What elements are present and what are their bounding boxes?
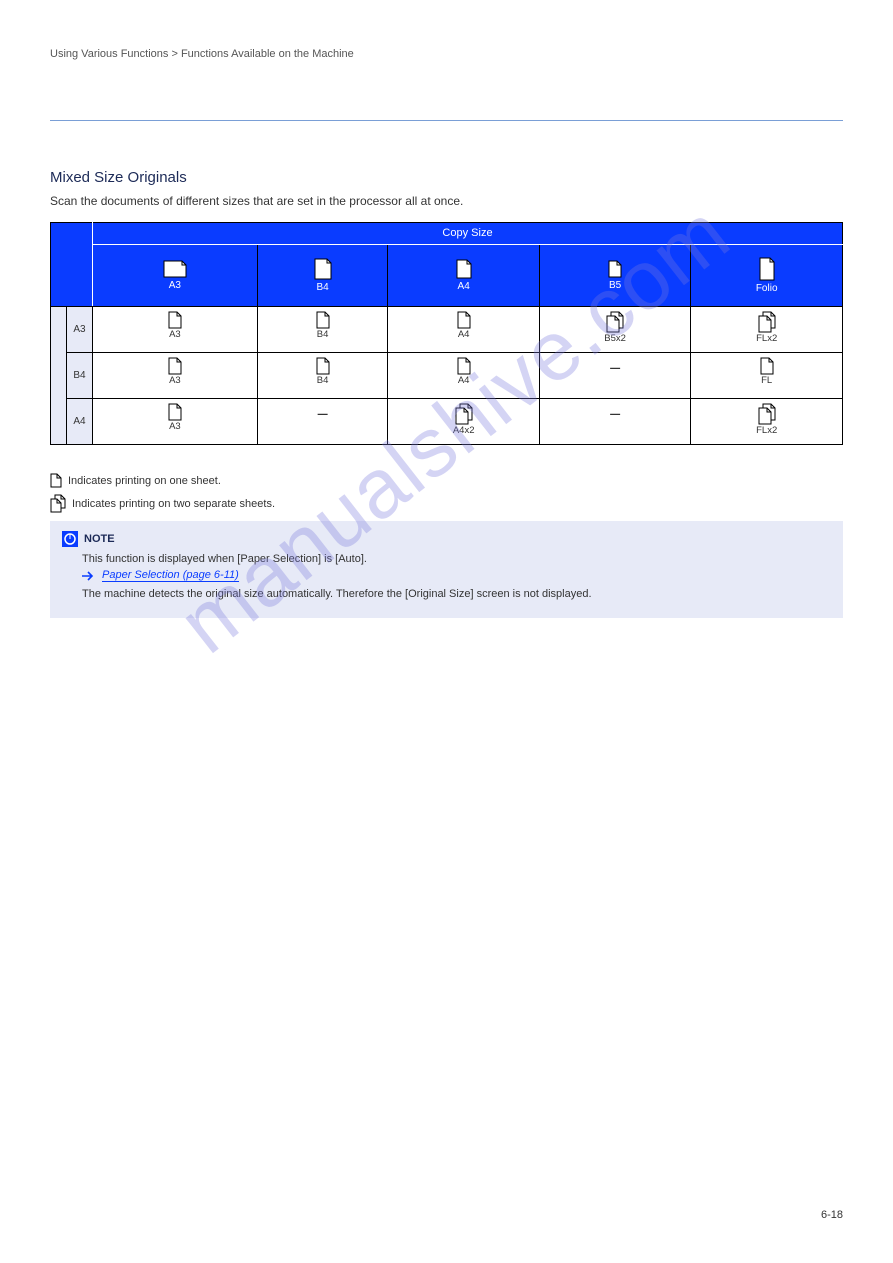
cell-label: A3 xyxy=(169,376,181,386)
table-cell: – xyxy=(257,399,388,445)
single-page-icon xyxy=(168,357,182,375)
row-size-label: B4 xyxy=(67,353,93,399)
column-label: B4 xyxy=(316,282,328,293)
column-header: A3 xyxy=(93,245,258,307)
legend-single-text: Indicates printing on one sheet. xyxy=(68,475,221,487)
single-page-icon xyxy=(168,311,182,329)
double-page-icon xyxy=(758,311,776,333)
table-cell: B4 xyxy=(257,307,388,353)
column-header: A4 xyxy=(388,245,539,307)
note-title-text: NOTE xyxy=(84,533,115,545)
cell-label: A4x2 xyxy=(453,426,475,436)
cell-label: FL xyxy=(761,376,772,386)
column-label: A4 xyxy=(458,281,470,292)
column-label: A3 xyxy=(169,280,181,291)
single-page-icon xyxy=(457,311,471,329)
cell-label: A4 xyxy=(458,376,470,386)
cell-label: B5x2 xyxy=(604,334,626,344)
note-link[interactable]: Paper Selection (page 6-11) xyxy=(102,569,239,582)
note-box: NOTE This function is displayed when [Pa… xyxy=(50,521,843,618)
cell-label: FLx2 xyxy=(756,426,777,436)
header-divider xyxy=(50,120,843,121)
cell-label: B4 xyxy=(317,330,329,340)
row-size-label: A4 xyxy=(67,399,93,445)
single-page-icon xyxy=(316,311,330,329)
page-number: 6-18 xyxy=(821,1209,843,1221)
single-page-icon xyxy=(50,473,62,488)
column-header: Folio xyxy=(691,245,843,307)
single-page-icon xyxy=(316,357,330,375)
table-cell: A3 xyxy=(93,399,258,445)
legend: Indicates printing on one sheet. Indicat… xyxy=(50,473,843,513)
cell-label: B4 xyxy=(317,376,329,386)
table-cell: A4 xyxy=(388,353,539,399)
page-icon xyxy=(163,260,187,278)
page-icon xyxy=(608,260,622,278)
column-header: B5 xyxy=(539,245,690,307)
double-page-icon xyxy=(758,403,776,425)
single-page-icon xyxy=(760,357,774,375)
table-cell: B5x2 xyxy=(539,307,690,353)
table-cell: FLx2 xyxy=(691,307,843,353)
column-label: Folio xyxy=(756,283,778,294)
section-title: Mixed Size Originals xyxy=(50,169,843,186)
table-cell: B4 xyxy=(257,353,388,399)
table-cell: A4 xyxy=(388,307,539,353)
table-cell: FL xyxy=(691,353,843,399)
row-group-header xyxy=(51,307,67,445)
table-cell: – xyxy=(539,399,690,445)
single-page-icon xyxy=(457,357,471,375)
page-icon xyxy=(314,258,332,280)
double-page-icon xyxy=(606,311,624,333)
dash: – xyxy=(610,403,620,424)
column-header: B4 xyxy=(257,245,388,307)
arrow-icon xyxy=(82,571,96,581)
page-icon xyxy=(759,257,775,281)
double-page-icon xyxy=(455,403,473,425)
cell-label: A3 xyxy=(169,422,181,432)
dash: – xyxy=(318,403,328,424)
single-page-icon xyxy=(168,403,182,421)
note-line-1: This function is displayed when [Paper S… xyxy=(82,553,831,565)
note-icon xyxy=(62,531,78,547)
table-cell: – xyxy=(539,353,690,399)
table-cell: FLx2 xyxy=(691,399,843,445)
note-line-2: The machine detects the original size au… xyxy=(82,588,831,600)
row-size-label: A3 xyxy=(67,307,93,353)
legend-double-text: Indicates printing on two separate sheet… xyxy=(72,498,275,510)
cell-label: A4 xyxy=(458,330,470,340)
cell-label: FLx2 xyxy=(756,334,777,344)
table-top-header: Copy Size xyxy=(93,223,843,245)
table-cell: A4x2 xyxy=(388,399,539,445)
cell-label: A3 xyxy=(169,330,181,340)
section-desc: Scan the documents of different sizes th… xyxy=(50,194,843,208)
dash: – xyxy=(610,357,620,378)
table-cell: A3 xyxy=(93,353,258,399)
size-table: Copy Size A3B4A4B5Folio A3A3B4A4 B5x2 FL… xyxy=(50,222,843,445)
header-left: Using Various Functions > Functions Avai… xyxy=(50,48,354,60)
column-label: B5 xyxy=(609,280,621,291)
page-icon xyxy=(456,259,472,279)
double-page-icon xyxy=(50,494,66,513)
table-cell: A3 xyxy=(93,307,258,353)
